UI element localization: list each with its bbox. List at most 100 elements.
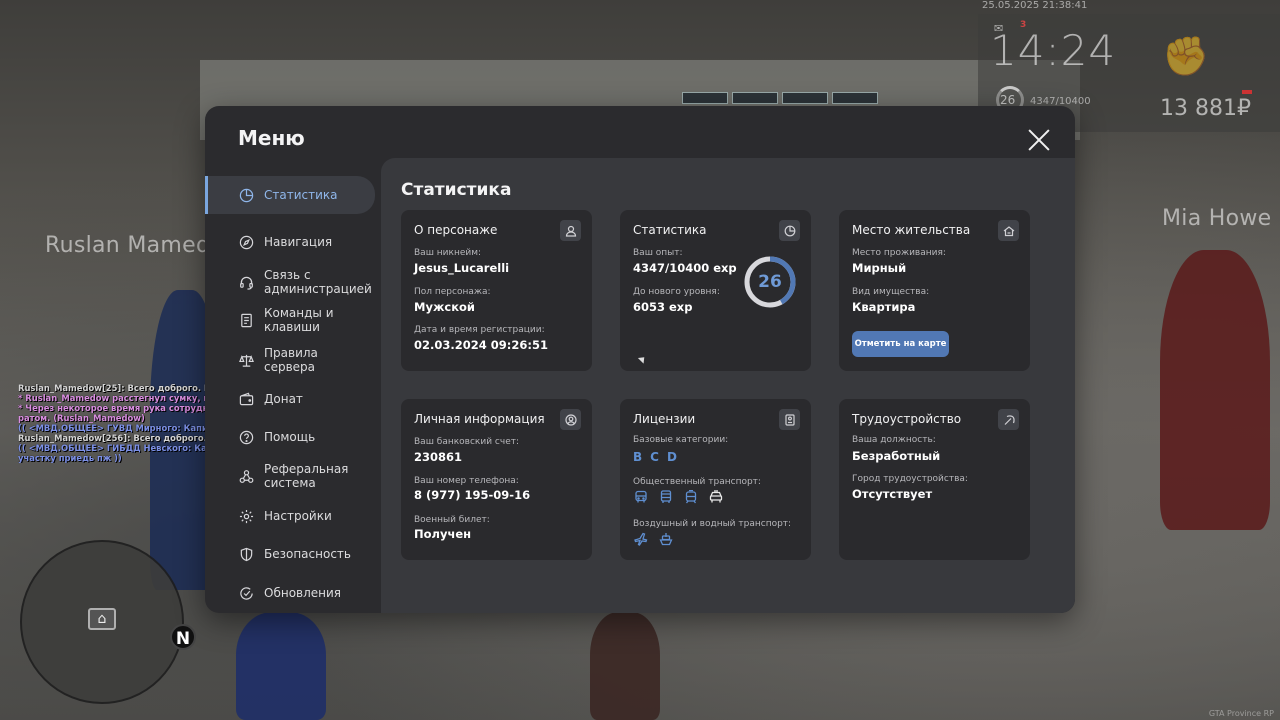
- card-title: Личная информация: [414, 412, 545, 426]
- house-icon: ⌂: [88, 608, 116, 630]
- sidebar-item-help[interactable]: Помощь: [205, 425, 375, 449]
- gender-label: Пол персонажа:: [414, 287, 491, 297]
- check-circle-icon: [238, 585, 254, 601]
- sidebar-item-admin[interactable]: Связь с администрацией: [205, 265, 375, 299]
- pie-chart-icon: [238, 187, 254, 203]
- property-label: Вид имущества:: [852, 287, 930, 297]
- help-icon: [238, 429, 254, 445]
- tram-icon: [683, 489, 698, 504]
- military-label: Военный билет:: [414, 515, 490, 525]
- pickaxe-icon: [998, 409, 1019, 430]
- sidebar-item-label: Реферальная система: [264, 461, 349, 491]
- boat-icon: [658, 531, 673, 546]
- gender-value: Мужской: [414, 300, 475, 314]
- background-window: [732, 92, 778, 104]
- home-icon: [998, 220, 1019, 241]
- background-window: [832, 92, 878, 104]
- sidebar-item-settings[interactable]: Настройки: [205, 504, 375, 528]
- card-residence: Место жительства Место проживания: Мирны…: [839, 210, 1030, 371]
- exp-value: 4347/10400 exp: [633, 261, 737, 275]
- military-value: Получен: [414, 527, 472, 541]
- bank-value: 230861: [414, 450, 463, 464]
- sidebar-item-label: Обновления: [264, 585, 342, 600]
- close-icon[interactable]: [1027, 128, 1051, 152]
- bank-label: Ваш банковский счет:: [414, 437, 520, 447]
- sidebar-item-referral[interactable]: Реферальная система: [205, 459, 375, 493]
- sidebar-item-updates[interactable]: Обновления: [205, 581, 375, 605]
- air-water-transport-label: Воздушный и водный транспорт:: [633, 519, 792, 529]
- background-window: [782, 92, 828, 104]
- license-categories: B C D: [633, 450, 677, 464]
- hud-level: 26: [1000, 93, 1016, 107]
- network-icon: [238, 468, 254, 484]
- sidebar-item-label: Настройки: [264, 508, 332, 523]
- employment-city-label: Город трудоустройства:: [852, 474, 968, 484]
- plane-icon: [633, 531, 648, 546]
- server-watermark: GTA Province RP: [1208, 709, 1274, 718]
- minimap: ⌂: [20, 540, 184, 704]
- sidebar: Статистика Навигация Связь с администрацие…: [205, 176, 381, 613]
- card-title: Лицензии: [633, 412, 696, 426]
- card-title: Статистика: [633, 223, 707, 237]
- sidebar-item-label: Донат: [264, 391, 303, 406]
- menu-title: Меню: [238, 126, 305, 150]
- card-licenses: Лицензии Базовые категории: B C D Общест…: [620, 399, 811, 560]
- level-value: 26: [758, 272, 782, 292]
- sidebar-item-label: Навигация: [264, 234, 333, 249]
- shield-icon: [238, 546, 254, 562]
- sidebar-item-label: Статистика: [264, 187, 338, 202]
- sidebar-item-nav[interactable]: Навигация: [205, 230, 375, 254]
- place-value: Мирный: [852, 261, 907, 275]
- north-indicator: N: [170, 624, 196, 650]
- phone-label: Ваш номер телефона:: [414, 476, 519, 486]
- card-title: Место жительства: [852, 223, 971, 237]
- nickname-label: Ваш никнейм:: [414, 248, 482, 258]
- player-model: [236, 612, 326, 720]
- sidebar-item-label: Команды и клавиши: [264, 305, 334, 335]
- registration-value: 02.03.2024 09:26:51: [414, 338, 548, 352]
- content-panel: Статистика О персонаже Ваш никнейм: Jesu…: [381, 158, 1075, 613]
- sidebar-item-label: Помощь: [264, 429, 316, 444]
- pie-chart-icon: [779, 220, 800, 241]
- card-employment: Трудоустройство Ваша должность: Безработ…: [839, 399, 1030, 560]
- money-mark: [1242, 90, 1252, 94]
- background-window: [682, 92, 728, 104]
- nickname-value: Jesus_Lucarelli: [414, 261, 510, 275]
- sidebar-item-stats[interactable]: Статистика: [205, 176, 375, 214]
- player-nametag: Mia Howe: [1162, 206, 1272, 231]
- fist-icon: ✊: [1162, 34, 1210, 78]
- next-level-value: 6053 exp: [633, 300, 693, 314]
- headset-icon: [238, 274, 254, 290]
- mark-on-map-button[interactable]: Отметить на карте: [852, 331, 949, 357]
- player-model: [1160, 250, 1270, 530]
- exp-label: Ваш опыт:: [633, 248, 683, 258]
- document-icon: [238, 312, 254, 328]
- sidebar-item-donate[interactable]: Донат: [205, 387, 375, 411]
- bus-front-icon: [658, 489, 673, 504]
- card-stats: Статистика Ваш опыт: 4347/10400 exp До н…: [620, 210, 811, 371]
- position-value: Безработный: [852, 449, 941, 463]
- license-category: C: [650, 450, 659, 464]
- content-title: Статистика: [401, 180, 512, 200]
- registration-label: Дата и время регистрации:: [414, 325, 545, 335]
- place-label: Место проживания:: [852, 248, 946, 258]
- license-category: D: [666, 450, 677, 464]
- compass-icon: [238, 234, 254, 250]
- card-personal: Личная информация Ваш банковский счет: 2…: [401, 399, 592, 560]
- air-water-transport-icons: [633, 531, 673, 546]
- card-character: О персонаже Ваш никнейм: Jesus_Lucarelli…: [401, 210, 592, 371]
- sidebar-item-security[interactable]: Безопасность: [205, 542, 375, 566]
- next-level-label: До нового уровня:: [633, 287, 720, 297]
- position-label: Ваша должность:: [852, 435, 936, 445]
- sidebar-item-rules[interactable]: Правила сервера: [205, 343, 375, 377]
- public-transport-label: Общественный транспорт:: [633, 477, 761, 487]
- card-title: О персонаже: [414, 223, 498, 237]
- gear-icon: [238, 508, 254, 524]
- taxi-icon: [708, 489, 723, 504]
- id-card-icon: [779, 409, 800, 430]
- sidebar-item-commands[interactable]: Команды и клавиши: [205, 303, 375, 337]
- employment-city-value: Отсутствует: [852, 487, 933, 501]
- user-icon: [560, 220, 581, 241]
- base-categories-label: Базовые категории:: [633, 435, 729, 445]
- sidebar-item-label: Безопасность: [264, 546, 351, 561]
